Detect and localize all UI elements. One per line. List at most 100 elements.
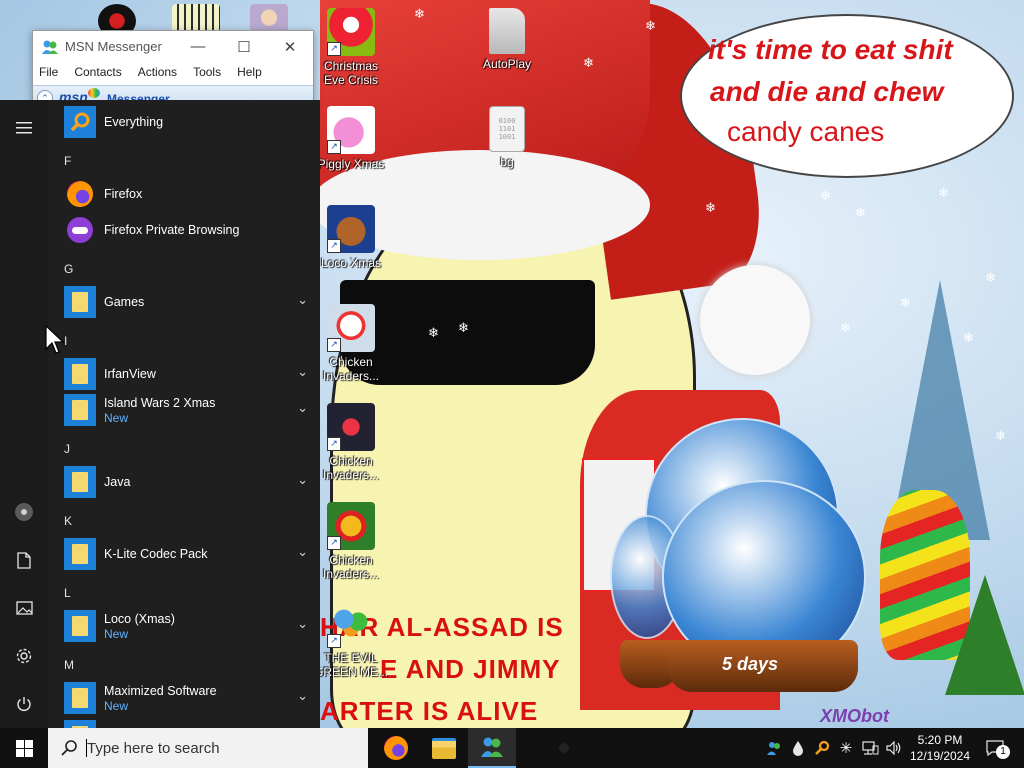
expand-menu-button[interactable] [0,106,48,150]
desktop-icon-chicken-invaders-2[interactable]: ↗ Chicken Invaders... [313,403,389,482]
msn-menu-bar: File Contacts Actions Tools Help [33,62,313,82]
clock-date: 12/19/2024 [909,749,971,763]
desktop-icon-loco-xmas[interactable]: ↗ Loco Xmas [313,205,389,270]
speech-line-2: and die and chew [710,76,944,107]
desktop-icon-label: Chicken Invaders... [322,454,380,482]
signature: XMObot [820,706,889,726]
snowflake-tray-icon: ✳ [839,740,853,757]
account-button[interactable] [0,490,48,534]
snowflake: ❄ [428,325,439,340]
taskbar-search-box[interactable]: Type here to search [48,728,368,768]
snowflake: ❄ [705,200,716,215]
clock-time: 5:20 PM [917,733,963,747]
power-icon [17,697,31,711]
santa-icon: ↗ [327,8,375,56]
menu-help[interactable]: Help [237,65,262,79]
section-letter-l[interactable]: L [64,586,71,600]
new-badge: New [104,410,129,425]
folder-island-wars-2-xmas[interactable]: Island Wars 2 Xmas New ⌄ [64,392,308,428]
app-firefox[interactable]: Firefox [64,176,304,212]
tray-network-icon[interactable] [860,728,880,768]
snowflake: ❄ [820,188,831,203]
snowflake: ❄ [840,320,851,335]
taskbar-msn-messenger[interactable] [468,728,516,768]
desktop-icon-label: Chicken Invaders... [322,355,380,383]
taskbar-hidden-app[interactable] [540,728,588,768]
app-everything[interactable]: Everything [64,104,304,140]
messenger-people-icon: ↗ [327,600,375,648]
msn-butterfly-icon [88,88,100,98]
taskbar-firefox[interactable] [372,728,420,768]
chevron-down-icon: ⌄ [297,364,308,379]
section-letter-k[interactable]: K [64,514,72,528]
menu-file[interactable]: File [39,65,58,79]
power-button[interactable] [0,682,48,726]
taskbar: Type here to search ✳ 5:20 PM 12/19/2024… [0,728,1024,768]
section-letter-g[interactable]: G [64,262,73,276]
start-button[interactable] [0,728,48,768]
folder-loco-xmas[interactable]: Loco (Xmas) New ⌄ [64,608,308,644]
file-icon [489,8,525,54]
folder-java[interactable]: Java ⌄ [64,464,308,500]
section-letter-f[interactable]: F [64,154,71,168]
tray-app-icon[interactable] [764,728,784,768]
app-firefox-private[interactable]: Firefox Private Browsing [64,212,304,248]
desktop-icon-evil-green-messenger[interactable]: ↗ THE EVIL GREEN ME... [313,600,389,679]
chevron-down-icon: ⌄ [297,400,308,415]
close-button[interactable]: ✕ [267,31,313,62]
snowflake: ❄ [645,18,656,33]
desktop-icon-piggly-xmas[interactable]: ↗ Piggly Xmas [313,106,389,171]
desktop-icon-bg[interactable]: 0100 1101 1001 bg [469,106,545,169]
folder-icon [64,538,96,570]
desktop-icon-chicken-invaders-1[interactable]: ↗ Chicken Invaders... [313,304,389,383]
folder-irfanview[interactable]: IrfanView ⌄ [64,356,308,392]
messenger-logo-icon [41,39,59,55]
action-center-button[interactable]: 1 [978,728,1012,768]
network-icon [862,741,879,755]
folder-k-lite-codec-pack[interactable]: K-Lite Codec Pack ⌄ [64,536,308,572]
taskbar-clock[interactable]: 5:20 PM 12/19/2024 [900,732,980,764]
app-label: Firefox [104,186,143,201]
maximize-button[interactable]: ☐ [221,31,267,62]
chevron-down-icon: ⌄ [297,616,308,631]
tray-everything-icon[interactable] [812,728,832,768]
desktop-icon-autoplay[interactable]: AutoPlay [469,8,545,71]
desktop-icon-label: Christmas Eve Crisis [323,59,378,87]
minimize-button[interactable]: — [175,31,221,62]
pictures-button[interactable] [0,586,48,630]
tray-snowflake-icon[interactable]: ✳ [836,728,856,768]
msn-title-bar[interactable]: MSN Messenger — ☐ ✕ [33,31,313,62]
shortcut-arrow-icon: ↗ [327,239,341,253]
firefox-private-icon [64,214,96,246]
new-badge: New [104,698,129,713]
chicken-icon: ↗ [327,403,375,451]
app-label: IrfanView [104,366,156,381]
folder-icon [64,720,96,728]
documents-button[interactable] [0,538,48,582]
folder-icon [64,610,96,642]
binary-file-icon: 0100 1101 1001 [489,106,525,152]
section-letter-m[interactable]: M [64,658,74,672]
menu-contacts[interactable]: Contacts [74,65,121,79]
folder-games[interactable]: Games ⌄ [64,284,308,320]
next-folder-partial[interactable] [64,718,304,728]
menu-actions[interactable]: Actions [138,65,177,79]
desktop-icon-christmas-eve-crisis[interactable]: ↗ Christmas Eve Crisis [313,8,389,87]
desktop-icon-chicken-invaders-3[interactable]: ↗ Chicken Invaders... [313,502,389,581]
everything-search-icon [64,106,96,138]
app-label-group: Loco (Xmas) New [104,612,175,641]
snowflake: ❄ [900,295,911,310]
chevron-down-icon: ⌄ [297,688,308,703]
shortcut-arrow-icon: ↗ [327,140,341,154]
tray-drop-icon[interactable] [788,728,808,768]
snowflake: ❄ [995,428,1006,443]
folder-maximized-software[interactable]: Maximized Software New ⌄ [64,680,308,716]
desktop-icon-label: Chicken Invaders... [322,553,380,581]
taskbar-file-explorer[interactable] [420,728,468,768]
bear-icon: ↗ [327,205,375,253]
search-icon [61,740,77,756]
app-label: Firefox Private Browsing [104,222,240,237]
settings-button[interactable] [0,634,48,678]
menu-tools[interactable]: Tools [193,65,221,79]
section-letter-j[interactable]: J [64,442,70,456]
